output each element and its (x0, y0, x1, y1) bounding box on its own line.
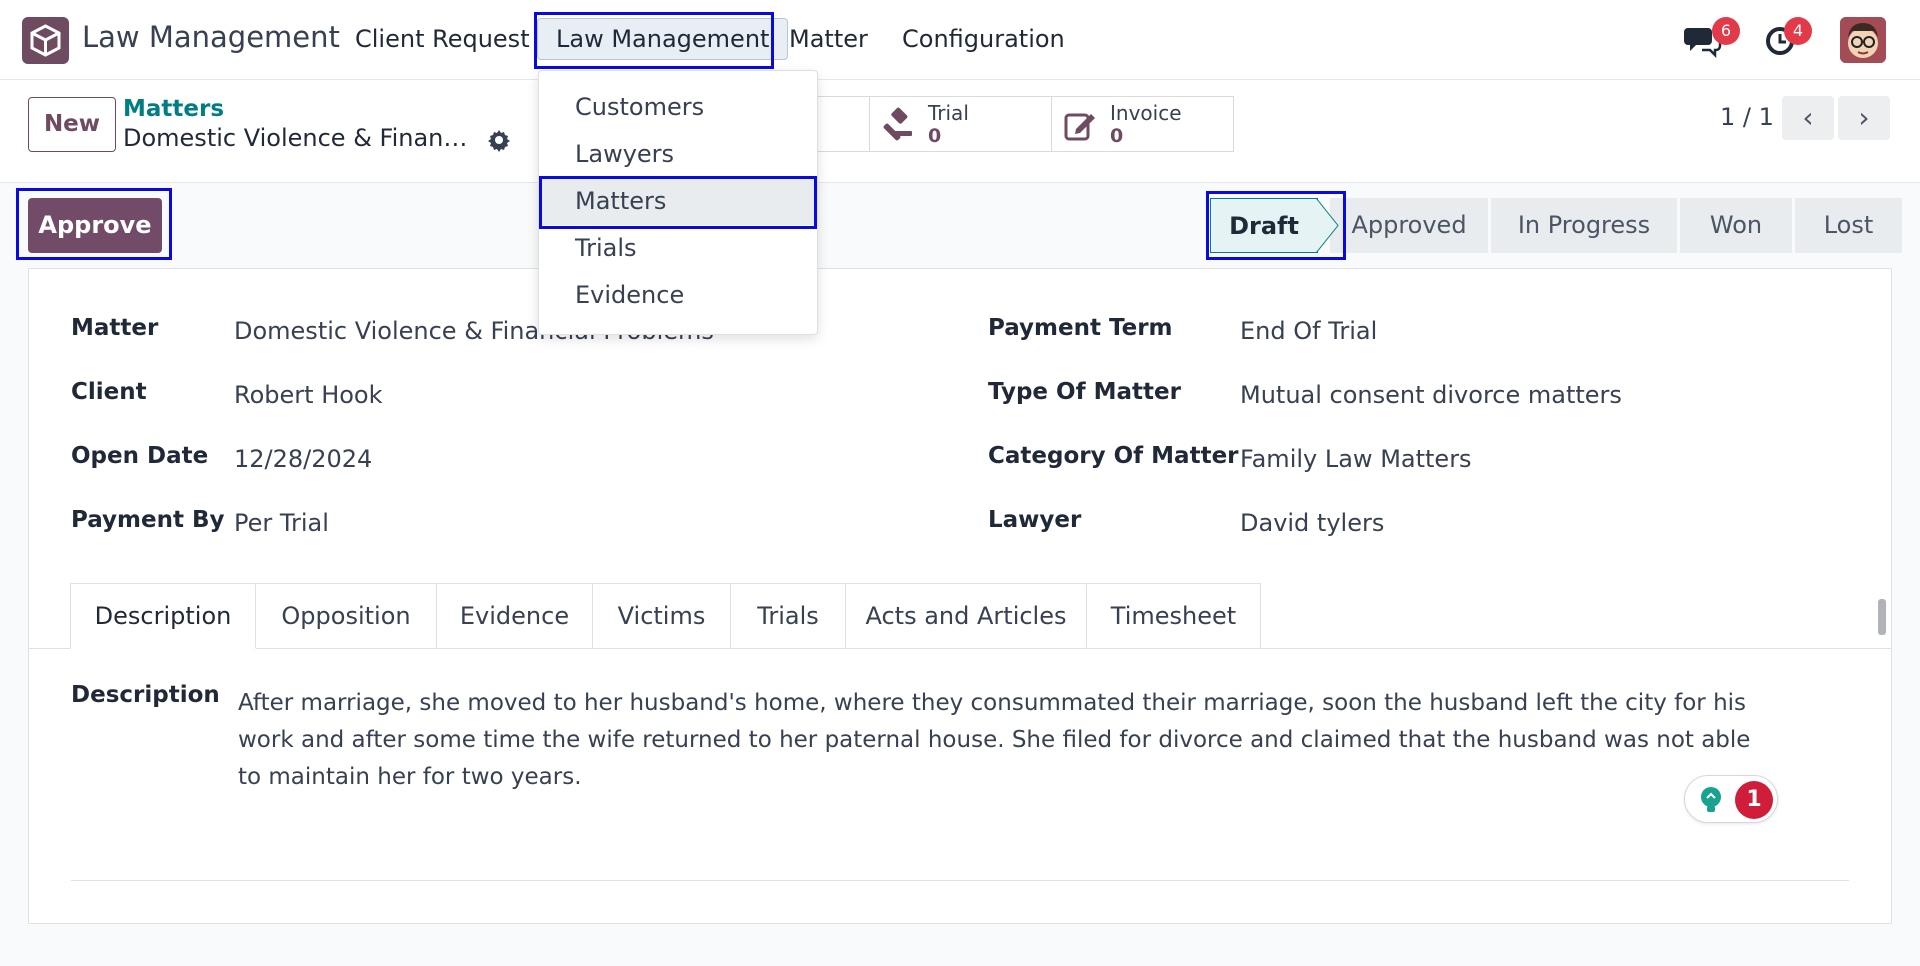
tab-opposition[interactable]: Opposition (256, 583, 437, 649)
dropdown-item-customers[interactable]: Customers (539, 84, 817, 131)
tabs-scrollbar[interactable] (1876, 585, 1888, 647)
stage-arrow-icon (1316, 198, 1339, 253)
breadcrumb-current-record: Domestic Violence & Financial Problems (123, 124, 473, 152)
field-label-payment-by: Payment By (71, 507, 225, 533)
field-label-lawyer: Lawyer (988, 507, 1082, 533)
field-payment-term[interactable]: End Of Trial (1240, 317, 1377, 345)
new-button[interactable]: New (28, 97, 116, 152)
scrollbar-thumb[interactable] (1878, 599, 1886, 635)
field-payment-by[interactable]: Per Trial (234, 509, 329, 537)
stat-invoice-label: Invoice (1110, 101, 1182, 125)
field-lawyer[interactable]: David tylers (1240, 509, 1384, 537)
tab-acts-and-articles[interactable]: Acts and Articles (846, 583, 1087, 649)
user-avatar[interactable] (1840, 17, 1886, 63)
field-open-date[interactable]: 12/28/2024 (234, 445, 372, 473)
app-name[interactable]: Law Management (82, 20, 340, 54)
activities-badge: 4 (1784, 17, 1812, 45)
messages-badge: 6 (1712, 17, 1740, 45)
field-label-client: Client (71, 379, 147, 405)
field-label-payment-term: Payment Term (988, 315, 1173, 341)
dropdown-item-matters[interactable]: Matters (539, 178, 817, 225)
field-label-type-of-matter: Type Of Matter (988, 379, 1181, 405)
field-type-of-matter[interactable]: Mutual consent divorce matters (1240, 381, 1622, 409)
breadcrumb-matters[interactable]: Matters (123, 96, 224, 122)
description-text[interactable]: After marriage, she moved to her husband… (238, 685, 1768, 796)
law-management-dropdown: Customers Lawyers Matters Trials Evidenc… (538, 70, 818, 335)
stat-button-trial[interactable]: Trial 0 (869, 96, 1052, 152)
pager-next-button[interactable]: › (1838, 96, 1890, 140)
stat-trial-label: Trial (928, 101, 969, 125)
stage-approved[interactable]: Approved (1330, 198, 1488, 253)
tab-evidence[interactable]: Evidence (437, 583, 593, 649)
pager-value[interactable]: 1 / 1 (1720, 103, 1774, 131)
menu-client-request[interactable]: Client Request (355, 25, 530, 53)
dropdown-item-trials[interactable]: Trials (539, 225, 817, 272)
stat-button-invoice[interactable]: Invoice 0 (1051, 96, 1234, 152)
stat-trial-count: 0 (928, 125, 942, 147)
description-divider (71, 880, 1849, 881)
tab-victims[interactable]: Victims (593, 583, 731, 649)
description-label: Description (71, 682, 220, 708)
approve-button[interactable]: Approve (28, 198, 162, 253)
menu-law-management[interactable]: Law Management (537, 18, 789, 60)
stage-lost[interactable]: Lost (1795, 198, 1902, 253)
menu-configuration[interactable]: Configuration (902, 25, 1065, 53)
stat-invoice-count: 0 (1110, 125, 1124, 147)
tab-description[interactable]: Description (70, 583, 256, 649)
edit-icon (1062, 107, 1098, 143)
tab-timesheet[interactable]: Timesheet (1087, 583, 1261, 649)
lightbulb-icon (1701, 787, 1721, 812)
stage-in-progress[interactable]: In Progress (1491, 198, 1677, 253)
field-category-of-matter[interactable]: Family Law Matters (1240, 445, 1472, 473)
pager-previous-button[interactable]: ‹ (1782, 96, 1834, 140)
field-label-matter: Matter (71, 315, 159, 341)
menu-matter[interactable]: Matter (789, 25, 868, 53)
stage-won[interactable]: Won (1680, 198, 1792, 253)
field-label-open-date: Open Date (71, 443, 209, 469)
stage-draft[interactable]: Draft (1210, 198, 1318, 253)
gavel-icon (880, 107, 916, 143)
dropdown-item-lawyers[interactable]: Lawyers (539, 131, 817, 178)
app-logo-icon[interactable] (22, 17, 69, 64)
writing-assistant-widget[interactable]: 1 (1684, 775, 1778, 823)
dropdown-item-evidence[interactable]: Evidence (539, 272, 817, 319)
tab-trials[interactable]: Trials (731, 583, 846, 649)
field-client[interactable]: Robert Hook (234, 381, 383, 409)
assistant-badge: 1 (1735, 781, 1773, 819)
gear-icon[interactable] (487, 128, 511, 152)
field-label-category-of-matter: Category Of Matter (988, 443, 1239, 469)
